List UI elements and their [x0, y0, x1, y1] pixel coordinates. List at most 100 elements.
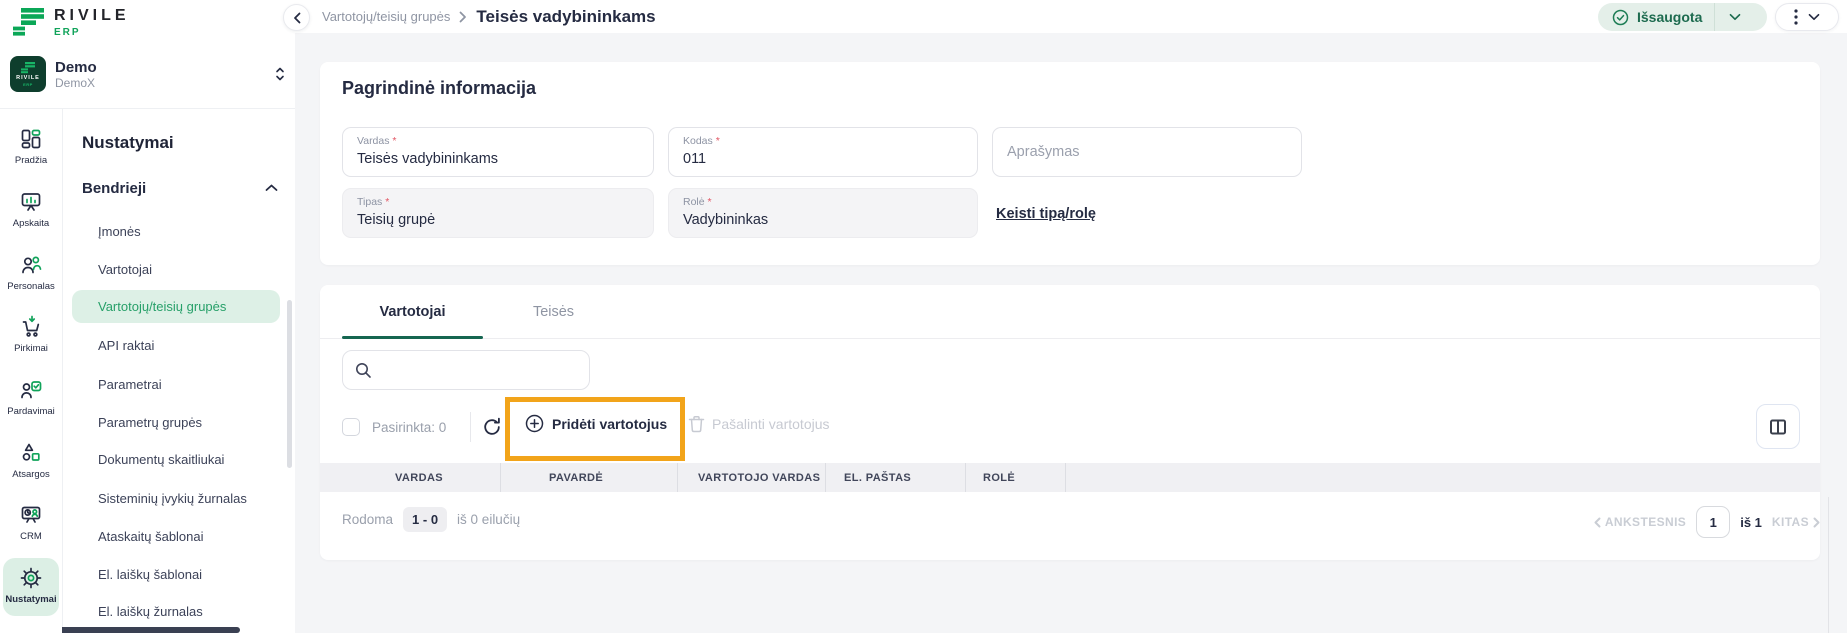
sidebar-item-vartotojai[interactable]: Vartotojai	[72, 253, 280, 286]
column-header-pavarde: PAVARDĖ	[501, 463, 678, 492]
column-header-vartotojo-vardas: VARTOTOJO VARDAS	[678, 463, 826, 492]
workspace-avatar: RIVILE ERP	[10, 56, 46, 92]
sidebar-item-sisteminiu-ivykiu-zurnalas[interactable]: Sisteminių įvykių žurnalas	[72, 482, 280, 515]
required-mark: *	[708, 196, 712, 208]
sidebar-item-parametrai[interactable]: Parametrai	[72, 368, 280, 401]
vardas-field[interactable]: Vardas * Teisės vadybininkams	[342, 127, 654, 177]
column-header-vardas: VARDAS	[320, 463, 501, 492]
rows-summary-suffix: iš 0 eilučių	[457, 512, 520, 527]
shapes-icon	[19, 441, 43, 465]
kodas-label: Kodas	[683, 135, 713, 147]
sidebar-item-el-laisku-sablonai[interactable]: El. laiškų šablonai	[72, 558, 280, 591]
role-field: Rolė * Vadybininkas	[668, 188, 978, 238]
vardas-value: Teisės vadybininkams	[357, 148, 639, 170]
rail-label: Apskaita	[13, 218, 49, 229]
sidebar-item-dokumentu-skaitliukai[interactable]: Dokumentų skaitliukai	[72, 443, 280, 476]
aprasymas-field[interactable]: Aprašymas	[992, 127, 1302, 177]
crm-icon	[19, 503, 43, 527]
rail-item-apskaita[interactable]: Apskaita	[3, 190, 59, 242]
sidebar-item-el-laisku-zurnalas[interactable]: El. laiškų žurnalas	[72, 595, 280, 628]
cart-icon	[19, 315, 43, 339]
rows-summary-prefix: Rodoma	[342, 512, 393, 527]
rail-item-nustatymai[interactable]: Nustatymai	[3, 558, 59, 616]
trash-icon	[688, 415, 705, 433]
breadcrumb-separator-icon	[459, 11, 467, 23]
role-value: Vadybininkas	[683, 209, 963, 231]
previous-page-label: ANKSTESNIS	[1605, 515, 1686, 529]
save-dropdown-button[interactable]	[1715, 3, 1755, 31]
chart-board-icon	[19, 190, 43, 214]
gear-icon	[19, 566, 43, 590]
rail-item-atsargos[interactable]: Atsargos	[3, 441, 59, 493]
dashboard-icon	[19, 127, 43, 151]
tab-teises[interactable]: Teisės	[483, 285, 624, 339]
selected-count-label: Pasirinkta: 0	[372, 420, 446, 435]
brand-bars-icon	[12, 7, 46, 36]
tabs-divider	[320, 338, 1820, 339]
rail-label: Pardavimai	[7, 406, 55, 417]
save-status-button[interactable]: Išsaugota	[1598, 3, 1714, 31]
rail-item-pardavimai[interactable]: Pardavimai	[3, 378, 59, 430]
sidebar-item-api-raktai[interactable]: API raktai	[72, 329, 280, 362]
required-mark: *	[385, 196, 389, 208]
sales-icon	[19, 378, 43, 402]
tipas-value: Teisių grupė	[357, 209, 639, 231]
rail-item-personalas[interactable]: Personalas	[3, 253, 59, 305]
brand-name: RIVILE	[54, 7, 130, 24]
columns-icon	[1768, 417, 1788, 437]
sidebar-group-label: Bendrieji	[82, 180, 146, 197]
sidebar-horizontal-scrollbar[interactable]	[62, 627, 240, 633]
sidebar-item-ataskaitu-sablonai[interactable]: Ataskaitų šablonai	[72, 520, 280, 553]
more-dropdown-button[interactable]	[1808, 13, 1820, 21]
kebab-menu-button[interactable]	[1794, 9, 1798, 25]
workspace-code: DemoX	[55, 76, 274, 90]
rail-item-crm[interactable]: CRM	[3, 503, 59, 555]
app-window: RIVILE ERP RIVILE ERP Demo DemoX	[0, 0, 1847, 633]
tab-vartotojai[interactable]: Vartotojai	[342, 285, 483, 339]
app-logo[interactable]: RIVILE ERP	[12, 7, 130, 38]
users-search-input[interactable]	[380, 351, 589, 389]
tipas-field: Tipas * Teisių grupė	[342, 188, 654, 238]
sidebar-group-bendrieji[interactable]: Bendrieji	[82, 176, 278, 200]
add-users-button[interactable]: Pridėti vartotojus	[525, 414, 667, 433]
sidebar-top-divider	[0, 108, 295, 109]
refresh-button[interactable]	[481, 416, 503, 438]
users-search-box[interactable]	[342, 350, 590, 390]
rail-item-pirkimai[interactable]: Pirkimai	[3, 315, 59, 367]
column-settings-button[interactable]	[1756, 404, 1800, 449]
kodas-field[interactable]: Kodas * 011	[668, 127, 978, 177]
people-icon	[19, 253, 43, 277]
rail-item-pradzia[interactable]: Pradžia	[3, 127, 59, 179]
rail-label: Personalas	[7, 281, 55, 292]
column-header-el-pastas: EL. PAŠTAS	[826, 463, 966, 492]
rows-range-chip: 1 - 0	[403, 507, 447, 532]
chevron-up-icon	[265, 184, 278, 192]
active-tab-underline	[342, 336, 483, 339]
next-page-button[interactable]: KITAS	[1772, 515, 1820, 529]
remove-users-label: Pašalinti vartotojus	[712, 416, 830, 432]
sidebar-item-imones[interactable]: Įmonės	[72, 215, 280, 248]
plus-circle-icon	[525, 414, 544, 433]
page-number-input[interactable]	[1696, 506, 1730, 538]
check-circle-icon	[1612, 9, 1629, 26]
sidebar-item-vartotoju-teisiu-grupes[interactable]: Vartotojų/teisių grupės	[72, 290, 280, 323]
page-title: Teisės vadybininkams	[476, 7, 655, 27]
vardas-label: Vardas	[357, 135, 390, 147]
remove-users-button[interactable]: Pašalinti vartotojus	[688, 415, 830, 433]
required-mark: *	[392, 135, 396, 147]
more-menu-pill	[1775, 3, 1839, 31]
breadcrumb-parent[interactable]: Vartotojų/teisių grupės	[322, 9, 450, 24]
pagination: ANKSTESNIS iš 1 KITAS	[1594, 506, 1820, 538]
sidebar-scrollbar[interactable]	[287, 300, 292, 468]
breadcrumb: Vartotojų/teisių grupės Teisės vadybinin…	[322, 0, 656, 33]
workspace-selector[interactable]: RIVILE ERP Demo DemoX	[10, 52, 288, 96]
kodas-value: 011	[683, 148, 963, 170]
page-scrollbar-track[interactable]	[1828, 497, 1829, 633]
workspace-sort-icon	[274, 66, 286, 82]
back-button[interactable]	[283, 4, 310, 31]
sidebar-item-parametru-grupes[interactable]: Parametrų grupės	[72, 406, 280, 439]
next-page-label: KITAS	[1772, 515, 1809, 529]
previous-page-button[interactable]: ANKSTESNIS	[1594, 515, 1686, 529]
select-all-checkbox[interactable]	[342, 418, 360, 436]
change-type-role-link[interactable]: Keisti tipą/rolę	[996, 206, 1096, 222]
